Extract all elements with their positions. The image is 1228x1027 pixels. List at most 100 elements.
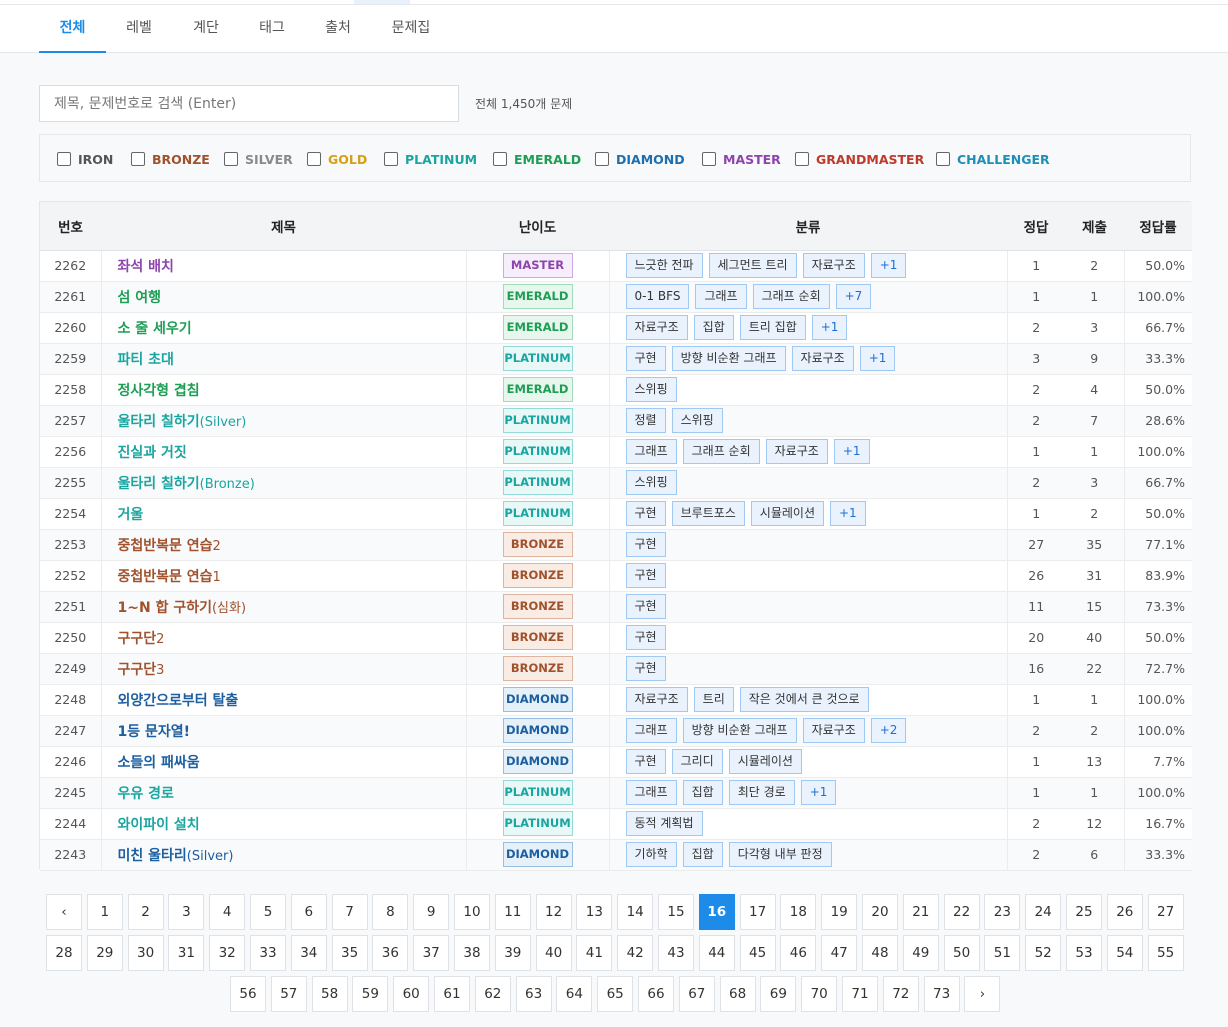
table-row[interactable]: 2254 거울 PLATINUM 구현 브루트포스 시뮬레이션 +1 1 2 50.0% <box>40 498 1192 530</box>
problem-title-suffix[interactable]: 3 <box>156 663 164 678</box>
page-23[interactable]: 23 <box>984 894 1021 930</box>
table-row[interactable]: 2257 울타리 칠하기(Silver) PLATINUM 정렬 스위핑 2 7 28.6% <box>40 405 1192 437</box>
problem-title-link[interactable]: 울타리 칠하기 <box>118 476 200 492</box>
filter-silver[interactable]: SILVER <box>224 150 293 168</box>
tab-0[interactable]: 전체 <box>39 5 106 53</box>
table-row[interactable]: 2260 소 줄 세우기 EMERALD 자료구조 집합 트리 집합 +1 2 3 66.7% <box>40 312 1192 344</box>
filter-master[interactable]: MASTER <box>702 150 781 168</box>
table-row[interactable]: 2243 미친 울타리(Silver) DIAMOND 기하학 집합 다각형 내부 판정 2… <box>40 839 1192 871</box>
page-12[interactable]: 12 <box>535 894 572 930</box>
problem-title-suffix[interactable]: (Silver) <box>200 415 247 430</box>
more-tags-button[interactable]: +2 <box>870 718 907 743</box>
tag-chip[interactable]: 트리 집합 <box>739 315 806 340</box>
page-8[interactable]: 8 <box>372 894 409 930</box>
page-9[interactable]: 9 <box>413 894 450 930</box>
prev-page-button[interactable]: ‹ <box>46 894 82 930</box>
page-39[interactable]: 39 <box>494 935 531 971</box>
problem-title-suffix[interactable]: 1 <box>213 570 221 585</box>
page-49[interactable]: 49 <box>902 935 939 971</box>
tag-chip[interactable]: 0-1 BFS <box>625 284 690 309</box>
filter-checkbox[interactable] <box>702 152 716 166</box>
column-header-ratio[interactable]: 정답률 <box>1124 202 1192 251</box>
tag-chip[interactable]: 구현 <box>625 594 666 619</box>
search-input[interactable] <box>39 85 459 122</box>
filter-checkbox[interactable] <box>493 152 507 166</box>
page-55[interactable]: 55 <box>1147 935 1184 971</box>
problem-title-link[interactable]: 와이파이 설치 <box>118 817 200 833</box>
problem-title-suffix[interactable]: 2 <box>213 539 221 554</box>
tag-chip[interactable]: 구현 <box>625 656 666 681</box>
table-row[interactable]: 2253 중첩반복문 연습2 BRONZE 구현 27 35 77.1% <box>40 529 1192 561</box>
page-47[interactable]: 47 <box>821 935 858 971</box>
page-72[interactable]: 72 <box>882 976 919 1012</box>
page-4[interactable]: 4 <box>209 894 246 930</box>
tag-chip[interactable]: 구현 <box>625 749 666 774</box>
problem-title-link[interactable]: 미친 울타리 <box>118 848 187 864</box>
page-69[interactable]: 69 <box>760 976 797 1012</box>
page-19[interactable]: 19 <box>821 894 858 930</box>
table-row[interactable]: 2248 외양간으로부터 탈출 DIAMOND 자료구조 트리 작은 것에서 큰 것으로 1… <box>40 684 1192 716</box>
more-tags-button[interactable]: +1 <box>811 315 848 340</box>
page-67[interactable]: 67 <box>678 976 715 1012</box>
more-tags-button[interactable]: +1 <box>830 501 866 526</box>
table-row[interactable]: 2258 정사각형 겹침 EMERALD 스위핑 2 4 50.0% <box>40 374 1192 406</box>
more-tags-button[interactable]: +1 <box>870 253 907 278</box>
page-62[interactable]: 62 <box>474 976 511 1012</box>
filter-grandmaster[interactable]: GRANDMASTER <box>795 150 924 168</box>
tab-4[interactable]: 출처 <box>310 5 366 53</box>
tag-chip[interactable]: 그래프 순회 <box>682 439 760 464</box>
page-70[interactable]: 70 <box>801 976 838 1012</box>
page-5[interactable]: 5 <box>250 894 286 930</box>
table-row[interactable]: 2252 중첩반복문 연습1 BRONZE 구현 26 31 83.9% <box>40 560 1192 592</box>
more-tags-button[interactable]: +7 <box>835 284 872 309</box>
page-25[interactable]: 25 <box>1066 894 1102 930</box>
tag-chip[interactable]: 스위핑 <box>671 408 723 433</box>
page-36[interactable]: 36 <box>372 935 409 971</box>
problem-title-link[interactable]: 정사각형 겹침 <box>118 383 200 399</box>
tag-chip[interactable]: 구현 <box>625 501 666 526</box>
problem-title-suffix[interactable]: 2 <box>156 632 164 647</box>
table-row[interactable]: 2251 1~N 합 구하기(심화) BRONZE 구현 11 15 73.3% <box>40 591 1192 623</box>
page-66[interactable]: 66 <box>638 976 674 1012</box>
page-2[interactable]: 2 <box>127 894 164 930</box>
page-29[interactable]: 29 <box>86 935 123 971</box>
filter-checkbox[interactable] <box>307 152 321 166</box>
filter-checkbox[interactable] <box>795 152 809 166</box>
tab-2[interactable]: 계단 <box>178 5 234 53</box>
tab-1[interactable]: 레벨 <box>111 5 167 53</box>
page-48[interactable]: 48 <box>862 935 898 971</box>
tag-chip[interactable]: 느긋한 전파 <box>625 253 703 278</box>
problem-title-link[interactable]: 우유 경로 <box>118 786 174 802</box>
more-tags-button[interactable]: +1 <box>800 780 837 805</box>
page-37[interactable]: 37 <box>413 935 450 971</box>
page-60[interactable]: 60 <box>393 976 430 1012</box>
problem-title-link[interactable]: 1등 문자열! <box>118 724 191 740</box>
tag-chip[interactable]: 정렬 <box>625 408 666 433</box>
page-63[interactable]: 63 <box>515 976 552 1012</box>
table-row[interactable]: 2244 와이파이 설치 PLATINUM 동적 계획법 2 12 16.7% <box>40 808 1192 840</box>
filter-diamond[interactable]: DIAMOND <box>595 150 685 168</box>
tab-3[interactable]: 태그 <box>244 5 300 53</box>
tag-chip[interactable]: 구현 <box>625 563 666 588</box>
page-51[interactable]: 51 <box>984 935 1021 971</box>
tag-chip[interactable]: 그래프 <box>625 718 677 743</box>
table-row[interactable]: 2246 소들의 패싸움 DIAMOND 구현 그리디 시뮬레이션 1 13 7.7% <box>40 746 1192 778</box>
problem-title-link[interactable]: 중첩반복문 연습 <box>118 538 213 554</box>
tab-5[interactable]: 문제집 <box>377 5 445 53</box>
problem-title-link[interactable]: 섬 여행 <box>118 290 162 306</box>
page-26[interactable]: 26 <box>1106 894 1143 930</box>
filter-checkbox[interactable] <box>936 152 950 166</box>
filter-checkbox[interactable] <box>595 152 609 166</box>
page-22[interactable]: 22 <box>943 894 980 930</box>
page-52[interactable]: 52 <box>1025 935 1062 971</box>
tag-chip[interactable]: 구현 <box>625 532 666 557</box>
more-tags-button[interactable]: +1 <box>833 439 870 464</box>
table-row[interactable]: 2256 진실과 거짓 PLATINUM 그래프 그래프 순회 자료구조 +1 1 1 100.0… <box>40 436 1192 468</box>
page-15[interactable]: 15 <box>658 894 694 930</box>
tag-chip[interactable]: 자료구조 <box>802 253 865 278</box>
tag-chip[interactable]: 그래프 <box>695 284 747 309</box>
table-row[interactable]: 2255 울타리 칠하기(Bronze) PLATINUM 스위핑 2 3 66.7% <box>40 467 1192 499</box>
tag-chip[interactable]: 자료구조 <box>802 718 865 743</box>
tag-chip[interactable]: 그리디 <box>671 749 723 774</box>
table-row[interactable]: 2262 좌석 배치 MASTER 느긋한 전파 세그먼트 트리 자료구조 +1 1 2 50.0… <box>40 250 1192 282</box>
